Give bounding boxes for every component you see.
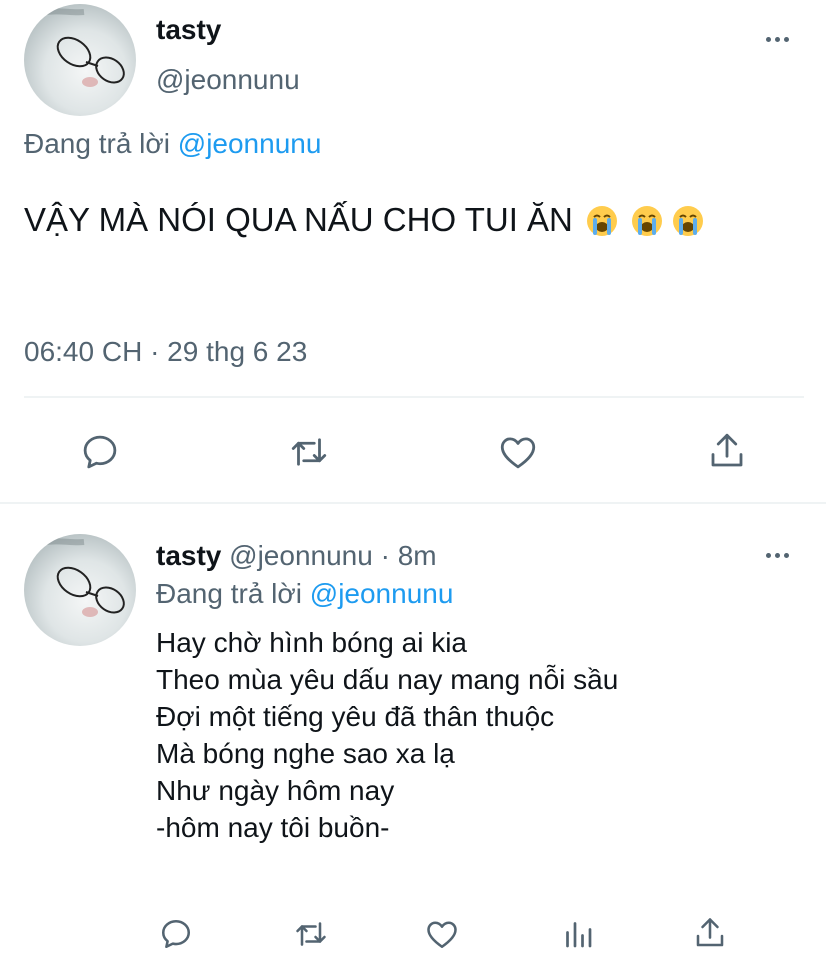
divider [0, 502, 826, 504]
retweet-icon[interactable] [292, 916, 330, 952]
text-line: -hôm nay tôi buồn- [156, 812, 390, 843]
reply-to-link[interactable]: @jeonnunu [178, 128, 322, 159]
tweet-text: Hay chờ hình bóng ai kia Theo mùa yêu dấ… [156, 624, 618, 846]
loudly-crying-face-emoji [631, 194, 663, 258]
reply-icon[interactable] [79, 431, 121, 473]
text-line: Đợi một tiếng yêu đã thân thuộc [156, 701, 555, 732]
share-icon[interactable] [692, 914, 728, 952]
text-line: Như ngày hôm nay [156, 775, 395, 806]
more-horizontal-icon[interactable] [766, 553, 789, 558]
reply-prefix: Đang trả lời [24, 128, 170, 159]
author-handle-and-time[interactable]: @jeonnunu · 8m [229, 540, 436, 571]
reply-to-link[interactable]: @jeonnunu [310, 578, 454, 609]
tweet-text-body: VẬY MÀ NÓI QUA NẤU CHO TUI ĂN [24, 201, 573, 238]
author-name[interactable]: tasty [156, 14, 221, 46]
reply-header: tasty @jeonnunu · 8m [156, 540, 437, 572]
author-name[interactable]: tasty [156, 540, 221, 571]
divider [24, 396, 804, 398]
heart-icon[interactable] [424, 916, 460, 952]
reply-icon[interactable] [158, 916, 194, 952]
retweet-icon[interactable] [287, 431, 331, 473]
loudly-crying-face-emoji [586, 194, 618, 258]
avatar-image [24, 8, 125, 87]
share-icon[interactable] [706, 429, 748, 473]
text-line: Hay chờ hình bóng ai kia [156, 627, 467, 658]
more-horizontal-icon[interactable] [766, 37, 789, 42]
text-line: Mà bóng nghe sao xa lạ [156, 738, 455, 769]
loudly-crying-face-emoji [672, 194, 704, 258]
reply-prefix: Đang trả lời [156, 578, 302, 609]
avatar[interactable] [24, 534, 136, 646]
heart-icon[interactable] [497, 431, 539, 473]
tweet-timestamp[interactable]: 06:40 CH · 29 thg 6 23 [24, 336, 307, 368]
text-line: Theo mùa yêu dấu nay mang nỗi sầu [156, 664, 619, 695]
author-handle[interactable]: @jeonnunu [156, 64, 300, 96]
reply-context: Đang trả lời @jeonnunu [156, 578, 453, 610]
reply-context: Đang trả lời @jeonnunu [24, 128, 321, 160]
avatar[interactable] [24, 4, 136, 116]
tweet-text: VẬY MÀ NÓI QUA NẤU CHO TUI ĂN [24, 188, 804, 258]
analytics-icon[interactable] [560, 916, 596, 952]
avatar-image [24, 538, 125, 617]
